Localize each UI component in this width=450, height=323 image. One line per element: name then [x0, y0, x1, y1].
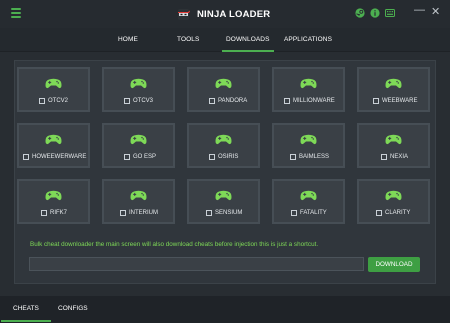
steam-icon[interactable] [355, 8, 365, 18]
gamepad-icon [215, 78, 232, 89]
cheat-label: NEXIA [390, 154, 409, 160]
bulk-description: Bulk cheat downloader the main screen wi… [30, 241, 319, 248]
cheat-card-weebware[interactable]: WEEBWARE [357, 67, 430, 112]
ninja-logo-icon [178, 8, 190, 20]
tab-tools[interactable]: TOOLS [177, 28, 199, 52]
cheat-card-millionware[interactable]: MILLIONWARE [272, 67, 345, 112]
cheat-checkbox[interactable] [120, 210, 126, 216]
cheat-checkbox[interactable] [23, 154, 29, 160]
cheat-label: BAIMLESS [299, 154, 330, 160]
cheat-label: OTCV3 [133, 98, 154, 104]
cheat-label: OTCV2 [48, 98, 69, 104]
download-button[interactable]: DOWNLOAD [368, 257, 420, 272]
gamepad-icon [215, 190, 232, 201]
gamepad-icon [45, 134, 62, 145]
tab-cheats[interactable]: CHEATS [1, 296, 51, 323]
cheat-checkbox[interactable] [124, 154, 130, 160]
cheat-checkbox[interactable] [373, 98, 379, 104]
cheat-checkbox[interactable] [206, 210, 212, 216]
cheat-label: MILLIONWARE [293, 98, 335, 104]
gamepad-icon [130, 134, 147, 145]
info-icon[interactable] [370, 8, 380, 18]
cheat-label: OSIRIS [218, 154, 239, 160]
cheat-label: PANDORA [218, 98, 248, 104]
cheat-checkbox[interactable] [41, 210, 47, 216]
minimize-button[interactable]: — [414, 4, 425, 16]
cheat-card-pandora[interactable]: PANDORA [187, 67, 260, 112]
cheat-label: INTERIUM [129, 210, 158, 216]
cheat-card-osiris[interactable]: OSIRIS [187, 123, 260, 168]
gamepad-icon [45, 190, 62, 201]
cheat-label: FATALITY [300, 210, 327, 216]
title-bar: NINJA LOADER — ✕ [0, 0, 450, 28]
cheat-label: CLARITY [385, 210, 411, 216]
top-navigation: HOME TOOLS DOWNLOADS APPLICATIONS [0, 28, 450, 52]
cheat-grid: OTCV2 OTCV3 PANDORA MILLIONWARE WEEBWARE… [17, 67, 430, 224]
gamepad-icon [300, 190, 317, 201]
cheat-card-rifk7[interactable]: RIFK7 [17, 179, 90, 224]
cheat-card-clarity[interactable]: CLARITY [357, 179, 430, 224]
cheat-checkbox[interactable] [209, 98, 215, 104]
cheat-label: WEEBWARE [382, 98, 418, 104]
cheat-card-otcv3[interactable]: OTCV3 [102, 67, 175, 112]
app-title: NINJA LOADER [197, 8, 271, 20]
gamepad-icon [385, 78, 402, 89]
cheat-card-howeewerware[interactable]: HOWEEWERWARE [17, 123, 90, 168]
cheat-checkbox[interactable] [284, 98, 290, 104]
gamepad-icon [300, 134, 317, 145]
cheat-checkbox[interactable] [124, 98, 130, 104]
tab-configs[interactable]: CONFIGS [58, 296, 88, 323]
cheat-card-baimless[interactable]: BAIMLESS [272, 123, 345, 168]
cheat-checkbox[interactable] [290, 154, 296, 160]
cheat-label: HOWEEWERWARE [32, 154, 87, 160]
gamepad-icon [300, 78, 317, 89]
tab-downloads[interactable]: DOWNLOADS [222, 28, 273, 52]
gamepad-icon [385, 134, 402, 145]
tab-home[interactable]: HOME [118, 28, 138, 52]
cheat-card-otcv2[interactable]: OTCV2 [17, 67, 90, 112]
hamburger-menu-icon[interactable] [11, 8, 21, 18]
cheat-checkbox[interactable] [376, 210, 382, 216]
cheat-card-interium[interactable]: INTERIUM [102, 179, 175, 224]
gamepad-icon [215, 134, 232, 145]
cheat-label: GO ESP [133, 154, 157, 160]
cheat-checkbox[interactable] [291, 210, 297, 216]
cheat-checkbox[interactable] [381, 154, 387, 160]
gamepad-icon [130, 190, 147, 201]
tab-applications[interactable]: APPLICATIONS [284, 28, 332, 52]
bottom-tab-bar: CHEATS CONFIGS [0, 296, 450, 323]
close-button[interactable]: ✕ [431, 6, 440, 18]
cheat-card-nexia[interactable]: NEXIA [357, 123, 430, 168]
keyboard-icon[interactable] [385, 8, 395, 18]
gamepad-icon [45, 78, 62, 89]
cheat-card-fatality[interactable]: FATALITY [272, 179, 345, 224]
cheat-checkbox[interactable] [209, 154, 215, 160]
gamepad-icon [130, 78, 147, 89]
downloads-panel: OTCV2 OTCV3 PANDORA MILLIONWARE WEEBWARE… [14, 60, 436, 284]
bulk-download-input[interactable] [29, 257, 364, 271]
cheat-card-go-esp[interactable]: GO ESP [102, 123, 175, 168]
cheat-label: SENSIUM [215, 210, 243, 216]
cheat-label: RIFK7 [50, 210, 68, 216]
app-brand: NINJA LOADER [177, 5, 270, 23]
cheat-checkbox[interactable] [39, 98, 45, 104]
gamepad-icon [385, 190, 402, 201]
cheat-card-sensium[interactable]: SENSIUM [187, 179, 260, 224]
